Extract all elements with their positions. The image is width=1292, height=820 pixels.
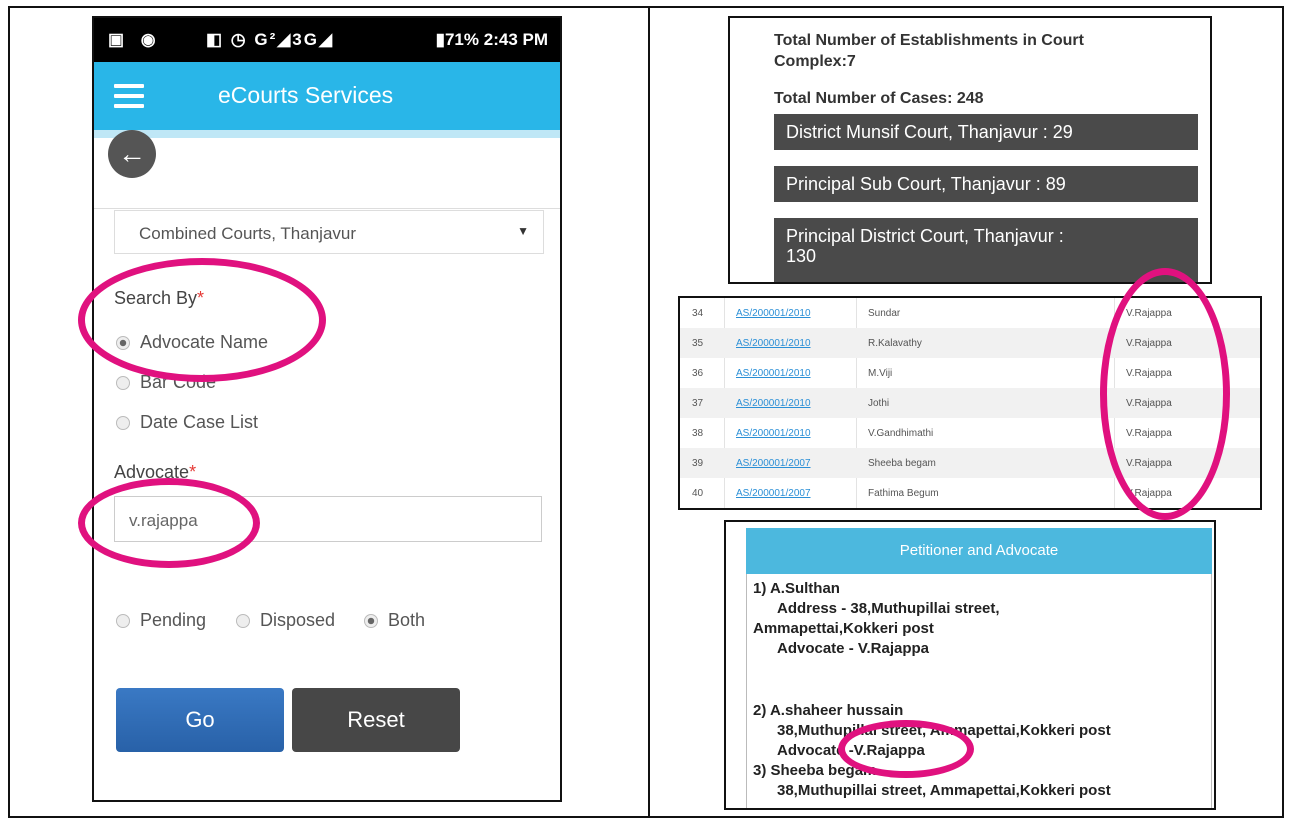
petitioner-line: Ammapettai,Kokkeri post: [753, 620, 934, 637]
battery-indicator: ▮71%: [435, 30, 480, 49]
network-icons: ◧ ◷ G²◢3G◢: [206, 30, 335, 49]
status-bar: ▣ ◉ ◧ ◷ G²◢3G◢ ▮71% 2:43 PM: [94, 18, 560, 62]
party-name: V.Gandhimathi: [868, 428, 934, 439]
party-name: Sundar: [868, 308, 901, 319]
row-number: 36: [692, 368, 704, 379]
app-bar-shadow: [94, 130, 560, 138]
radio-label: Pending: [140, 610, 207, 630]
petitioner-line: Address - 38,Muthupillai street,: [777, 600, 1000, 617]
case-number-link[interactable]: AS/200001/2010: [736, 338, 811, 349]
highlight-ellipse-search-by: [78, 258, 326, 382]
hamburger-menu-icon[interactable]: [114, 84, 144, 108]
case-number-link[interactable]: AS/200001/2007: [736, 458, 811, 469]
case-number-link[interactable]: AS/200001/2007: [736, 488, 811, 499]
petitioner-body: 1) A.Sulthan Address - 38,Muthupillai st…: [746, 574, 1212, 808]
notification-icons: ▣ ◉: [108, 30, 162, 49]
case-number-link[interactable]: AS/200001/2010: [736, 398, 811, 409]
radio-selected-icon: [364, 614, 378, 628]
back-arrow-icon[interactable]: ←: [108, 130, 156, 178]
phone-screenshot: ▣ ◉ ◧ ◷ G²◢3G◢ ▮71% 2:43 PM eCourts Serv…: [92, 16, 562, 802]
petitioner-header: Petitioner and Advocate: [746, 528, 1212, 574]
radio-both[interactable]: Both: [364, 610, 425, 631]
court-button-principal-sub[interactable]: Principal Sub Court, Thanjavur : 89: [774, 166, 1198, 202]
party-name: R.Kalavathy: [868, 338, 922, 349]
app-title: eCourts Services: [218, 82, 394, 108]
clock: 2:43 PM: [483, 30, 548, 49]
party-name: Jothi: [868, 398, 890, 409]
case-number-link[interactable]: AS/200001/2010: [736, 368, 811, 379]
petitioner-line: 1) A.Sulthan: [753, 580, 840, 597]
row-number: 39: [692, 458, 704, 469]
radio-unselected-icon: [116, 614, 130, 628]
court-button-principal-district[interactable]: Principal District Court, Thanjavur : 13…: [774, 218, 1198, 282]
row-number: 40: [692, 488, 704, 499]
reset-button[interactable]: Reset: [292, 688, 460, 752]
case-number-link[interactable]: AS/200001/2010: [736, 428, 811, 439]
radio-unselected-icon: [236, 614, 250, 628]
radio-unselected-icon: [116, 416, 130, 430]
radio-disposed[interactable]: Disposed: [236, 610, 335, 631]
radio-label: Date Case List: [140, 412, 259, 432]
highlight-ellipse-table-advocate: [1100, 268, 1230, 520]
column-divider: [648, 6, 650, 818]
app-bar: eCourts Services: [94, 62, 560, 130]
battery-time: ▮71% 2:43 PM: [436, 30, 548, 50]
dropdown-arrow-icon: ▼: [517, 224, 529, 238]
highlight-ellipse-petitioner-advocate: [838, 720, 974, 778]
court-complex-select[interactable]: Combined Courts, Thanjavur ▼: [114, 210, 544, 254]
row-number: 37: [692, 398, 704, 409]
petitioner-panel: Petitioner and Advocate 1) A.Sulthan Add…: [724, 520, 1216, 810]
party-name: M.Viji: [868, 368, 893, 379]
row-number: 34: [692, 308, 704, 319]
party-name: Sheeba begam: [868, 458, 936, 469]
divider: [94, 208, 560, 209]
total-establishments: Total Number of Establishments in Court …: [774, 32, 1084, 70]
radio-label: Both: [388, 610, 426, 630]
petitioner-line: 38,Muthupillai street, Ammapettai,Kokker…: [777, 782, 1111, 799]
radio-pending[interactable]: Pending: [116, 610, 206, 631]
go-button[interactable]: Go: [116, 688, 284, 752]
radio-unselected-icon: [116, 376, 130, 390]
highlight-ellipse-advocate: [78, 478, 260, 568]
court-button-district-munsif[interactable]: District Munsif Court, Thanjavur : 29: [774, 114, 1198, 150]
petitioner-line: 2) A.shaheer hussain: [753, 702, 904, 719]
case-number-link[interactable]: AS/200001/2010: [736, 308, 811, 319]
radio-date-case-list[interactable]: Date Case List: [116, 412, 258, 433]
court-complex-value: Combined Courts, Thanjavur: [139, 224, 357, 243]
row-number: 38: [692, 428, 704, 439]
row-number: 35: [692, 338, 704, 349]
radio-label: Disposed: [260, 610, 336, 630]
establishments-panel: Total Number of Establishments in Court …: [728, 16, 1212, 284]
party-name: Fathima Begum: [868, 488, 939, 499]
petitioner-line: Advocate - V.Rajappa: [777, 640, 929, 657]
total-cases: Total Number of Cases: 248: [774, 90, 984, 107]
